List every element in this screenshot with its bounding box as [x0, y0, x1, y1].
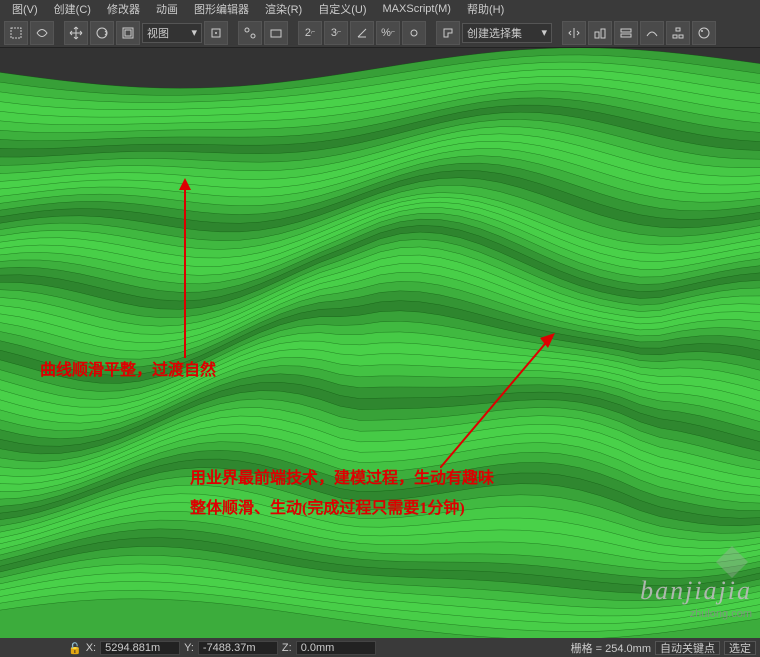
- menu-graph-editor[interactable]: 图形编辑器: [186, 0, 257, 19]
- tool-mirror[interactable]: [562, 21, 586, 45]
- annotation-text-right2: 整体顺滑、生动(完成过程只需要1分钟): [190, 494, 465, 518]
- annotation-text-right1: 用业界最前端技术，建模过程，生动有趣味: [190, 464, 494, 488]
- coord-y-label: Y:: [184, 642, 194, 654]
- annotation-arrow-left: [175, 178, 205, 358]
- menu-help[interactable]: 帮助(H): [459, 0, 512, 19]
- tool-manipulate[interactable]: [238, 21, 262, 45]
- coord-z-input[interactable]: 0.0mm: [296, 641, 376, 655]
- tool-percent-snap[interactable]: %⌐: [376, 21, 400, 45]
- watermark-main: banjiajia: [640, 576, 752, 606]
- terrain-render: [0, 48, 760, 638]
- coord-x-label: X:: [86, 642, 96, 654]
- tool-edit-named-selection[interactable]: [436, 21, 460, 45]
- tool-layers[interactable]: [614, 21, 638, 45]
- annotation-text-left: 曲线顺滑平整，过渡自然: [40, 356, 216, 380]
- viewport[interactable]: 曲线顺滑平整，过渡自然 用业界最前端技术，建模过程，生动有趣味 整体顺滑、生动(…: [0, 48, 760, 638]
- tool-angle-snap[interactable]: [350, 21, 374, 45]
- menu-animation[interactable]: 动画: [148, 0, 186, 19]
- grid-label: 栅格 = 254.0mm: [571, 640, 651, 656]
- auto-key-button[interactable]: 自动关键点: [655, 641, 720, 655]
- lock-icon[interactable]: 🔓: [68, 642, 82, 655]
- status-bar: 🔓 X: 5294.881m Y: -7488.37m Z: 0.0mm 栅格 …: [0, 639, 760, 657]
- tool-move[interactable]: [64, 21, 88, 45]
- menu-maxscript[interactable]: MAXScript(M): [375, 1, 459, 17]
- selected-button[interactable]: 选定: [724, 641, 756, 655]
- tool-snap-3d[interactable]: 3⌐: [324, 21, 348, 45]
- menu-bar: 图(V) 创建(C) 修改器 动画 图形编辑器 渲染(R) 自定义(U) MAX…: [0, 0, 760, 18]
- menu-modifier[interactable]: 修改器: [99, 0, 148, 19]
- coord-z-label: Z:: [282, 642, 292, 654]
- tool-material-editor[interactable]: [692, 21, 716, 45]
- watermark-sub: zhulong.com: [690, 608, 752, 620]
- tool-snap-2d[interactable]: 2⌐: [298, 21, 322, 45]
- tool-align[interactable]: [588, 21, 612, 45]
- tool-keyboard-shortcut[interactable]: [264, 21, 288, 45]
- named-selection-dropdown[interactable]: 创建选择集▾: [462, 23, 552, 43]
- zhulong-logo-icon: [714, 544, 750, 580]
- tool-curve-editor[interactable]: [640, 21, 664, 45]
- tool-schematic-view[interactable]: [666, 21, 690, 45]
- annotation-arrow-right: [440, 328, 560, 468]
- reference-coord-dropdown[interactable]: 视图▾: [142, 23, 202, 43]
- menu-create[interactable]: 创建(C): [46, 0, 99, 19]
- tool-rotate[interactable]: [90, 21, 114, 45]
- main-toolbar: 视图▾ 2⌐ 3⌐ %⌐ 创建选择集▾: [0, 18, 760, 48]
- tool-select-region[interactable]: [4, 21, 28, 45]
- coord-y-input[interactable]: -7488.37m: [198, 641, 278, 655]
- tool-spinner-snap[interactable]: [402, 21, 426, 45]
- tool-use-center[interactable]: [204, 21, 228, 45]
- menu-render[interactable]: 渲染(R): [257, 0, 310, 19]
- tool-scale[interactable]: [116, 21, 140, 45]
- menu-view[interactable]: 图(V): [4, 0, 46, 19]
- menu-customize[interactable]: 自定义(U): [310, 0, 374, 19]
- tool-select-lasso[interactable]: [30, 21, 54, 45]
- coord-x-input[interactable]: 5294.881m: [100, 641, 180, 655]
